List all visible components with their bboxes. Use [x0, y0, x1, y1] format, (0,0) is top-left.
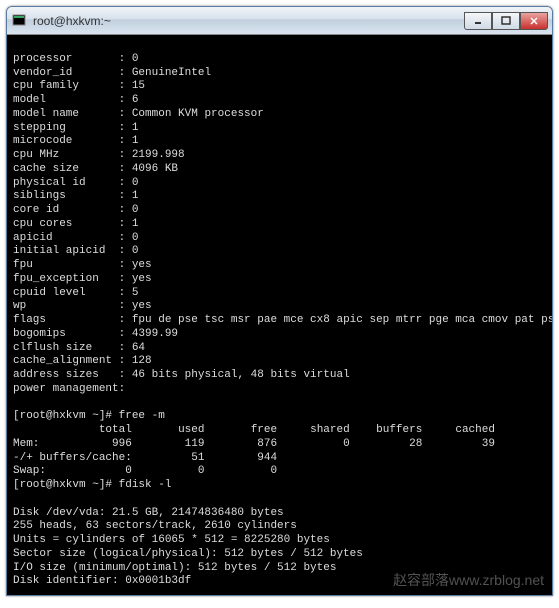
cpu-stepping-line: stepping : 1	[13, 122, 138, 134]
prompt-2: [root@hxkvm ~]# fdisk -l	[13, 479, 171, 491]
cpu-clflush-line: clflush size : 64	[13, 342, 145, 354]
cpu-siblings-line: siblings : 1	[13, 190, 138, 202]
free-swap-row: Swap: 0 0 0	[13, 465, 277, 477]
cpu-apicid-line: apicid : 0	[13, 232, 138, 244]
minimize-button[interactable]	[464, 12, 492, 30]
cpu-cache-line: cache size : 4096 KB	[13, 163, 178, 175]
cpu-fpuexc-line: fpu_exception : yes	[13, 273, 152, 285]
cpu-cpuid-line: cpuid level : 5	[13, 287, 138, 299]
cpu-pm-line: power management:	[13, 383, 125, 395]
free-mem-row: Mem: 996 119 876 0 28 39	[13, 438, 495, 450]
app-window: root@hxkvm:~ processor : 0 vendor_id : G…	[6, 6, 553, 596]
cpu-bogomips-line: bogomips : 4399.99	[13, 328, 178, 340]
cpu-initapicid-line: initial apicid : 0	[13, 245, 138, 257]
fdisk-line4: Sector size (logical/physical): 512 byte…	[13, 548, 363, 560]
cpu-modelname-line: model name : Common KVM processor	[13, 108, 264, 120]
cpu-vendor-line: vendor_id : GenuineIntel	[13, 67, 211, 79]
titlebar[interactable]: root@hxkvm:~	[7, 7, 552, 35]
cpu-flags-line: flags : fpu de pse tsc msr pae mce cx8 a…	[13, 314, 552, 326]
cpu-coreid-line: core id : 0	[13, 204, 138, 216]
cpu-wp-line: wp : yes	[13, 300, 152, 312]
prompt-1: [root@hxkvm ~]# free -m	[13, 410, 165, 422]
window-controls	[464, 12, 548, 30]
fdisk-line2: 255 heads, 63 sectors/track, 2610 cylind…	[13, 520, 297, 532]
cpu-processor-line: processor : 0	[13, 53, 138, 65]
cpu-physid-line: physical id : 0	[13, 177, 138, 189]
terminal[interactable]: processor : 0 vendor_id : GenuineIntel c…	[7, 35, 552, 595]
cpu-family-line: cpu family : 15	[13, 80, 145, 92]
app-icon	[11, 13, 27, 29]
fdisk-line3: Units = cylinders of 16065 * 512 = 82252…	[13, 534, 330, 546]
fdisk-line1: Disk /dev/vda: 21.5 GB, 21474836480 byte…	[13, 507, 284, 519]
close-button[interactable]	[520, 12, 548, 30]
cpu-microcode-line: microcode : 1	[13, 135, 138, 147]
cpu-fpu-line: fpu : yes	[13, 259, 152, 271]
cpu-addr-line: address sizes : 46 bits physical, 48 bit…	[13, 369, 350, 381]
fdisk-line6: Disk identifier: 0x0001b3df	[13, 575, 191, 587]
cpu-calign-line: cache_alignment : 128	[13, 355, 152, 367]
free-bc-row: -/+ buffers/cache: 51 944	[13, 452, 277, 464]
free-header: total used free shared buffers cached	[13, 424, 495, 436]
cpu-cores-line: cpu cores : 1	[13, 218, 138, 230]
cpu-model-line: model : 6	[13, 94, 138, 106]
terminal-output: processor : 0 vendor_id : GenuineIntel c…	[13, 53, 546, 595]
cpu-mhz-line: cpu MHz : 2199.998	[13, 149, 185, 161]
window-title: root@hxkvm:~	[33, 14, 464, 28]
fdisk-line5: I/O size (minimum/optimal): 512 bytes / …	[13, 562, 336, 574]
maximize-button[interactable]	[492, 12, 520, 30]
